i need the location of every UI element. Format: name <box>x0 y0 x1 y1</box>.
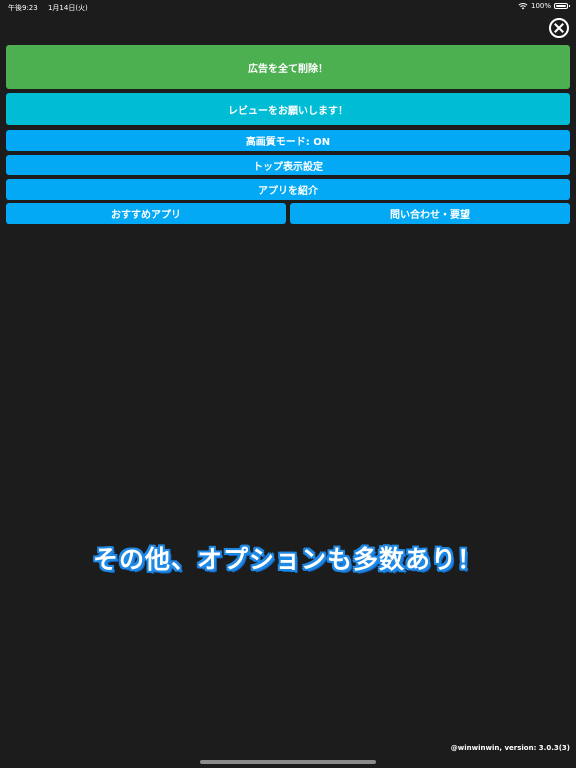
introduce-apps-button[interactable]: アプリを紹介 <box>6 179 570 200</box>
version-label: @winwinwin, version: 3.0.3(3) <box>450 744 570 752</box>
close-button[interactable] <box>549 18 569 38</box>
contact-requests-button[interactable]: 問い合わせ・要望 <box>290 203 570 224</box>
status-left: 午後9:23 1月14日(火) <box>8 3 96 13</box>
status-bar: 午後9:23 1月14日(火) 100% <box>0 0 576 14</box>
status-date: 1月14日(火) <box>47 4 88 12</box>
review-button[interactable]: レビューをお願いします！ <box>6 93 570 125</box>
recommended-apps-button[interactable]: おすすめアプリ <box>6 203 286 224</box>
battery-icon <box>554 3 570 9</box>
status-right: 100% <box>518 2 570 10</box>
remove-ads-button[interactable]: 広告を全て削除！ <box>6 45 570 89</box>
home-indicator[interactable] <box>200 760 376 764</box>
promo-caption: その他、オプションも多数あり！ <box>92 545 483 574</box>
status-time: 午後9:23 <box>8 4 38 12</box>
top-display-settings-button[interactable]: トップ表示設定 <box>6 155 570 175</box>
battery-percent: 100% <box>530 2 551 10</box>
high-quality-mode-button[interactable]: 高画質モード: ON <box>6 130 570 151</box>
wifi-icon <box>518 3 528 10</box>
